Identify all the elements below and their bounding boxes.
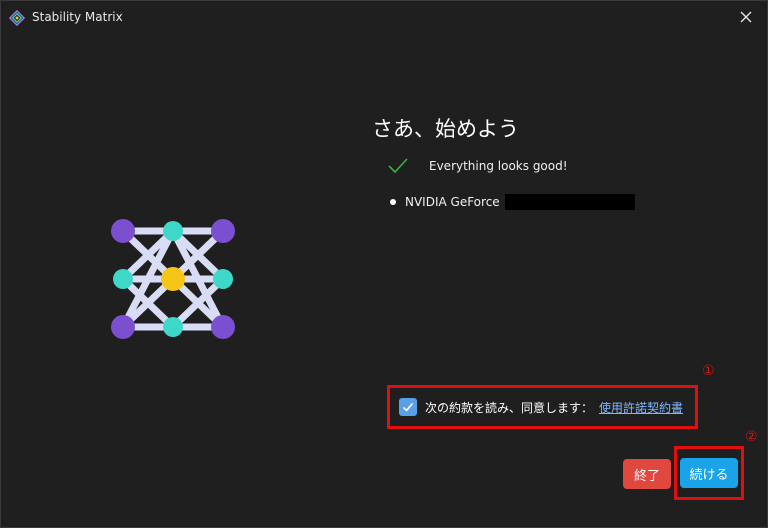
stability-matrix-logo-icon xyxy=(9,10,25,26)
agreement-row: 次の約款を読み、同意します： 使用許諾契約書 xyxy=(399,397,683,417)
quit-button[interactable]: 終了 xyxy=(623,459,671,489)
app-window: Stability Matrix さあ、始めよう Everything look… xyxy=(0,0,768,528)
agreement-checkbox[interactable] xyxy=(399,398,417,416)
close-button[interactable] xyxy=(735,6,757,28)
license-agreement-link[interactable]: 使用許諾契約書 xyxy=(599,399,683,416)
status-text: Everything looks good! xyxy=(429,159,568,173)
close-icon xyxy=(740,11,752,23)
welcome-heading: さあ、始めよう xyxy=(372,117,519,141)
stability-matrix-network-logo xyxy=(111,219,235,339)
gpu-name-redacted xyxy=(504,194,635,210)
checkmark-icon xyxy=(388,158,408,174)
window-title: Stability Matrix xyxy=(32,10,123,24)
title-bar: Stability Matrix xyxy=(1,1,767,35)
annotation-marker-2: ② xyxy=(745,429,758,445)
agreement-text: 次の約款を読み、同意します： xyxy=(425,400,594,415)
annotation-marker-1: ① xyxy=(702,363,715,379)
check-icon xyxy=(402,402,414,412)
bullet-icon xyxy=(390,199,396,205)
gpu-row: NVIDIA GeForce xyxy=(387,193,635,211)
gpu-label: NVIDIA GeForce xyxy=(405,195,500,209)
status-row: Everything looks good! xyxy=(387,155,568,177)
continue-button[interactable]: 続ける xyxy=(680,458,738,488)
